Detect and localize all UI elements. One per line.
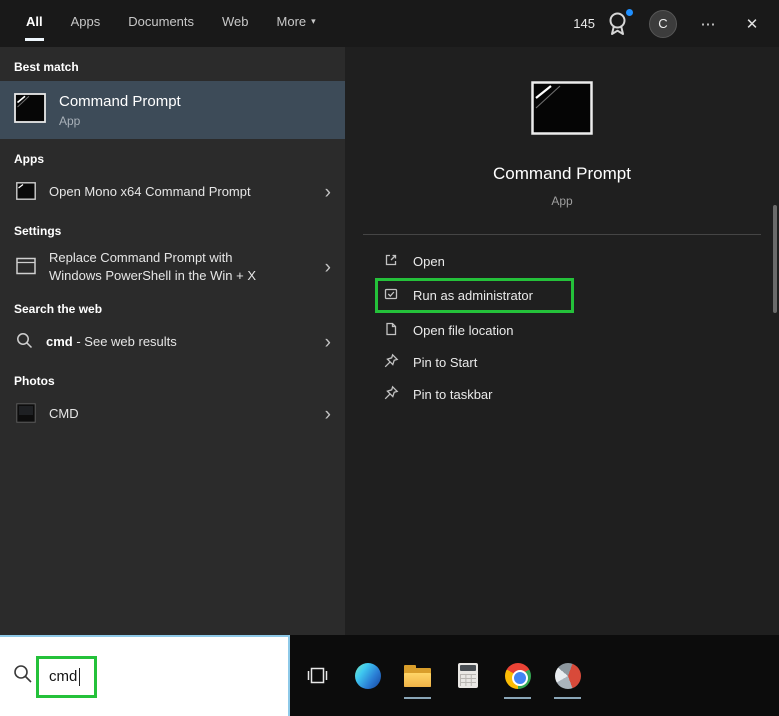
action-pin-to-taskbar[interactable]: Pin to taskbar: [345, 378, 779, 410]
file-explorer-icon: [404, 665, 431, 687]
best-match-title: Command Prompt: [59, 93, 181, 110]
action-label: Pin to taskbar: [413, 387, 493, 402]
header-actions: 145 C ⋯ ✕: [573, 0, 765, 47]
tab-apps[interactable]: Apps: [70, 0, 102, 41]
calculator-icon: [458, 663, 478, 688]
close-icon[interactable]: ✕: [739, 15, 765, 33]
action-label: Open: [413, 254, 445, 269]
best-match-text: Command Prompt App: [59, 93, 181, 128]
chevron-right-icon[interactable]: ›: [317, 183, 339, 202]
section-header-apps: Apps: [0, 139, 345, 173]
section-header-search-web: Search the web: [0, 289, 345, 323]
search-results-panel: Best match Command Prompt App Apps: [0, 47, 345, 635]
edge-icon: [355, 663, 381, 689]
task-view-icon: [305, 663, 330, 688]
result-photo-cmd[interactable]: CMD ›: [0, 395, 345, 433]
chevron-right-icon[interactable]: ›: [317, 405, 339, 424]
text-cursor: [79, 668, 80, 686]
action-pin-to-start[interactable]: Pin to Start: [345, 346, 779, 378]
action-label: Open file location: [413, 323, 513, 338]
best-match-result[interactable]: Command Prompt App: [0, 81, 345, 139]
action-label: Pin to Start: [413, 355, 477, 370]
result-label: CMD: [49, 405, 304, 423]
highlight-annotation-box: Run as administrator: [375, 278, 574, 313]
taskbar: [290, 635, 779, 716]
result-web-search[interactable]: cmd - See web results ›: [0, 323, 345, 361]
divider: [363, 234, 761, 235]
search-icon: [16, 332, 33, 352]
section-header-best-match: Best match: [0, 47, 345, 81]
start-search-screen: All Apps Documents Web More ▾ 145 C: [0, 0, 779, 716]
run-as-admin-icon: [383, 286, 399, 305]
best-match-subtitle: App: [59, 114, 181, 128]
search-input[interactable]: cmd: [0, 635, 290, 716]
action-label: Run as administrator: [413, 288, 533, 303]
tab-more-label: More: [277, 14, 307, 29]
scrollbar-thumb[interactable]: [773, 205, 777, 313]
tab-documents[interactable]: Documents: [127, 0, 195, 41]
taskbar-file-explorer-button[interactable]: [404, 662, 431, 689]
search-annotation-box: cmd: [36, 656, 97, 698]
photo-thumbnail-icon: [16, 403, 36, 426]
chrome-icon: [505, 663, 531, 689]
result-open-mono-cmd[interactable]: Open Mono x64 Command Prompt ›: [0, 173, 345, 211]
taskbar-app-button[interactable]: [554, 662, 581, 689]
pin-icon: [383, 353, 399, 372]
result-label: Replace Command Prompt with Windows Powe…: [49, 249, 304, 285]
preview-panel: Command Prompt App Open: [345, 47, 779, 635]
result-label: cmd - See web results: [46, 333, 304, 351]
file-location-icon: [383, 321, 399, 340]
taskbar-calculator-button[interactable]: [454, 662, 481, 689]
cmd-app-icon: [16, 182, 36, 203]
result-label: Open Mono x64 Command Prompt: [49, 183, 304, 201]
rewards-count: 145: [573, 16, 595, 31]
user-avatar[interactable]: C: [649, 10, 677, 38]
search-header: All Apps Documents Web More ▾ 145 C: [0, 0, 779, 47]
tab-more[interactable]: More ▾: [276, 0, 317, 41]
chevron-right-icon[interactable]: ›: [317, 258, 339, 277]
taskbar-chrome-button[interactable]: [504, 662, 531, 689]
search-icon: [13, 664, 33, 689]
app-icon: [555, 663, 581, 689]
action-open-file-location[interactable]: Open file location: [345, 314, 779, 346]
open-icon: [383, 252, 399, 271]
tab-web[interactable]: Web: [221, 0, 250, 41]
result-replace-cmd-powershell[interactable]: Replace Command Prompt with Windows Powe…: [0, 245, 345, 289]
rewards-medal-icon: [604, 10, 631, 37]
preview-app-subtitle: App: [345, 194, 779, 208]
search-filter-tabs: All Apps Documents Web More ▾: [25, 0, 317, 41]
cmd-app-icon: [14, 93, 46, 128]
chevron-right-icon[interactable]: ›: [317, 333, 339, 352]
section-header-photos: Photos: [0, 361, 345, 395]
more-options-icon[interactable]: ⋯: [695, 15, 721, 33]
action-run-as-administrator[interactable]: Run as administrator: [345, 278, 779, 313]
task-view-button[interactable]: [304, 662, 331, 689]
console-window-icon: [16, 257, 36, 278]
cmd-app-icon-large: [531, 122, 593, 139]
chevron-down-icon: ▾: [311, 16, 316, 27]
action-open[interactable]: Open: [345, 245, 779, 277]
pin-icon: [383, 385, 399, 404]
app-preview: Command Prompt App: [345, 47, 779, 208]
search-input-text: cmd: [49, 668, 77, 685]
rewards-indicator[interactable]: 145: [573, 10, 631, 37]
preview-app-title: Command Prompt: [345, 164, 779, 184]
section-header-settings: Settings: [0, 211, 345, 245]
notification-dot: [626, 9, 633, 16]
taskbar-edge-button[interactable]: [354, 662, 381, 689]
tab-all[interactable]: All: [25, 0, 44, 41]
